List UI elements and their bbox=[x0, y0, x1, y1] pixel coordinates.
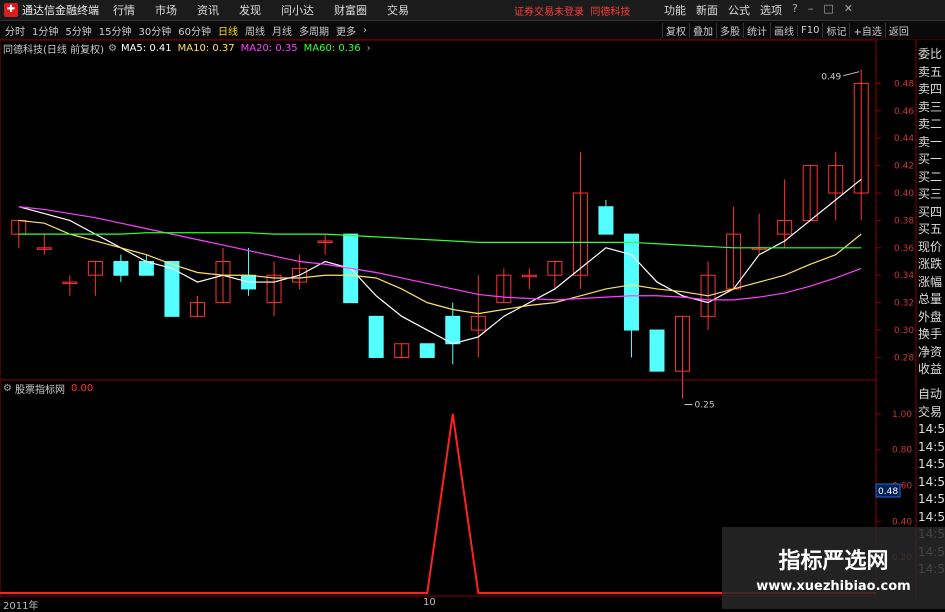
watermark: 指标严选网 www.xuezhibiao.com bbox=[722, 527, 945, 609]
current-value-label: 0.48 bbox=[878, 487, 898, 497]
y-tick-label: 0.44 bbox=[894, 134, 914, 144]
sub-y-tick-label: 0.40 bbox=[892, 517, 912, 527]
quote-label-5: 卖一 bbox=[918, 134, 943, 149]
trade-label-3: 14:50 bbox=[918, 439, 945, 454]
quote-label-7: 买二 bbox=[918, 169, 943, 184]
quote-label-3: 卖三 bbox=[918, 99, 943, 114]
watermark-title: 指标严选网 bbox=[778, 549, 889, 574]
chevron-right-icon[interactable]: › bbox=[367, 43, 371, 54]
y-tick-label: 0.38 bbox=[894, 216, 914, 226]
candle-body bbox=[623, 233, 639, 331]
sub-panel-value: 0.00 bbox=[70, 382, 94, 394]
ma60-line bbox=[18, 232, 862, 249]
trade-label-5: 14:50 bbox=[918, 474, 945, 489]
y-tick-label: 0.36 bbox=[894, 244, 914, 254]
kline-chart[interactable]: 0.49 0.25 0.48 0.46 0.44 0.42 0.40 0.38 0.36 0.3… bbox=[0, 0, 945, 609]
ma20-line bbox=[18, 206, 862, 301]
ma60-label: MA60: 0.36 bbox=[303, 42, 361, 54]
candle-body bbox=[368, 315, 384, 358]
quote-label-18: 收益 bbox=[918, 362, 943, 376]
trade-label-2: 14:50 bbox=[918, 422, 945, 436]
main-panel-legend: 同德科技(日线 前复权) ⚙ MA5: 0.41 MA10: 0.37 MA20… bbox=[0, 41, 371, 56]
quote-label-8: 买三 bbox=[918, 187, 943, 201]
sub-y-tick-label: 1.00 bbox=[892, 410, 912, 420]
main-panel-frame bbox=[0, 39, 877, 381]
quote-label-10: 买五 bbox=[918, 222, 943, 236]
trade-label-6: 14:50 bbox=[918, 492, 945, 506]
high-price-label: 0.49 bbox=[821, 73, 841, 83]
candle-body bbox=[649, 329, 665, 372]
y-tick-label: 0.48 bbox=[894, 79, 914, 89]
trade-label-7: 14:50 bbox=[918, 509, 945, 524]
low-price-label: 0.25 bbox=[695, 401, 715, 411]
trade-label-0: 自动 bbox=[918, 387, 943, 401]
candle-body bbox=[419, 343, 435, 358]
candle-body bbox=[598, 206, 614, 235]
main-panel-title: 同德科技(日线 前复权) bbox=[3, 44, 104, 56]
date-label-year: 2011年 bbox=[3, 601, 39, 612]
sub-panel-title: 股票指标网 bbox=[14, 384, 65, 396]
y-tick-label: 0.30 bbox=[894, 326, 914, 336]
candle-body bbox=[164, 261, 180, 317]
quote-label-14: 总量 bbox=[918, 292, 943, 306]
quote-label-2: 卖四 bbox=[918, 82, 943, 96]
quote-label-6: 买一 bbox=[918, 152, 943, 166]
y-tick-label: 0.42 bbox=[894, 162, 914, 172]
settings-gear-icon[interactable]: ⚙ bbox=[3, 383, 12, 394]
watermark-url: www.xuezhibiao.com bbox=[756, 579, 911, 594]
quote-label-1: 卖五 bbox=[918, 64, 943, 79]
quote-label-16: 换手 bbox=[918, 327, 943, 341]
ma5-label: MA5: 0.41 bbox=[120, 42, 172, 54]
quote-side-panel: 委比卖五卖四卖三卖二卖一买一买二买三买四买五现价涨跌涨幅总量外盘换手净资收益 bbox=[918, 46, 945, 379]
ma10-label: MA10: 0.37 bbox=[177, 42, 235, 54]
candle-body bbox=[113, 261, 129, 276]
sub-panel-legend: ⚙ 股票指标网 0.00 bbox=[0, 381, 94, 396]
quote-label-0: 委比 bbox=[918, 47, 943, 61]
quote-label-9: 买四 bbox=[918, 204, 943, 219]
sub-y-tick-label: 0.80 bbox=[892, 446, 912, 456]
high-arrow bbox=[843, 71, 860, 77]
date-label-month: 10 bbox=[423, 597, 436, 608]
y-tick-label: 0.28 bbox=[894, 353, 914, 363]
settings-gear-icon[interactable]: ⚙ bbox=[108, 43, 117, 54]
candle-body bbox=[138, 261, 154, 276]
quote-label-15: 外盘 bbox=[918, 309, 943, 324]
trade-label-1: 交易 bbox=[918, 404, 943, 419]
ma20-label: MA20: 0.35 bbox=[240, 42, 298, 54]
quote-label-4: 卖二 bbox=[918, 117, 943, 131]
quote-label-12: 涨跌 bbox=[918, 257, 943, 271]
candle-body bbox=[445, 315, 461, 345]
quote-label-11: 现价 bbox=[918, 239, 943, 254]
quote-label-17: 净资 bbox=[918, 344, 943, 359]
trade-label-4: 14:50 bbox=[918, 457, 945, 471]
y-tick-label: 0.34 bbox=[894, 271, 914, 281]
y-tick-label: 0.32 bbox=[894, 299, 914, 309]
quote-label-13: 涨幅 bbox=[918, 274, 943, 289]
y-tick-label: 0.46 bbox=[894, 107, 914, 117]
y-tick-label: 0.40 bbox=[894, 189, 914, 199]
